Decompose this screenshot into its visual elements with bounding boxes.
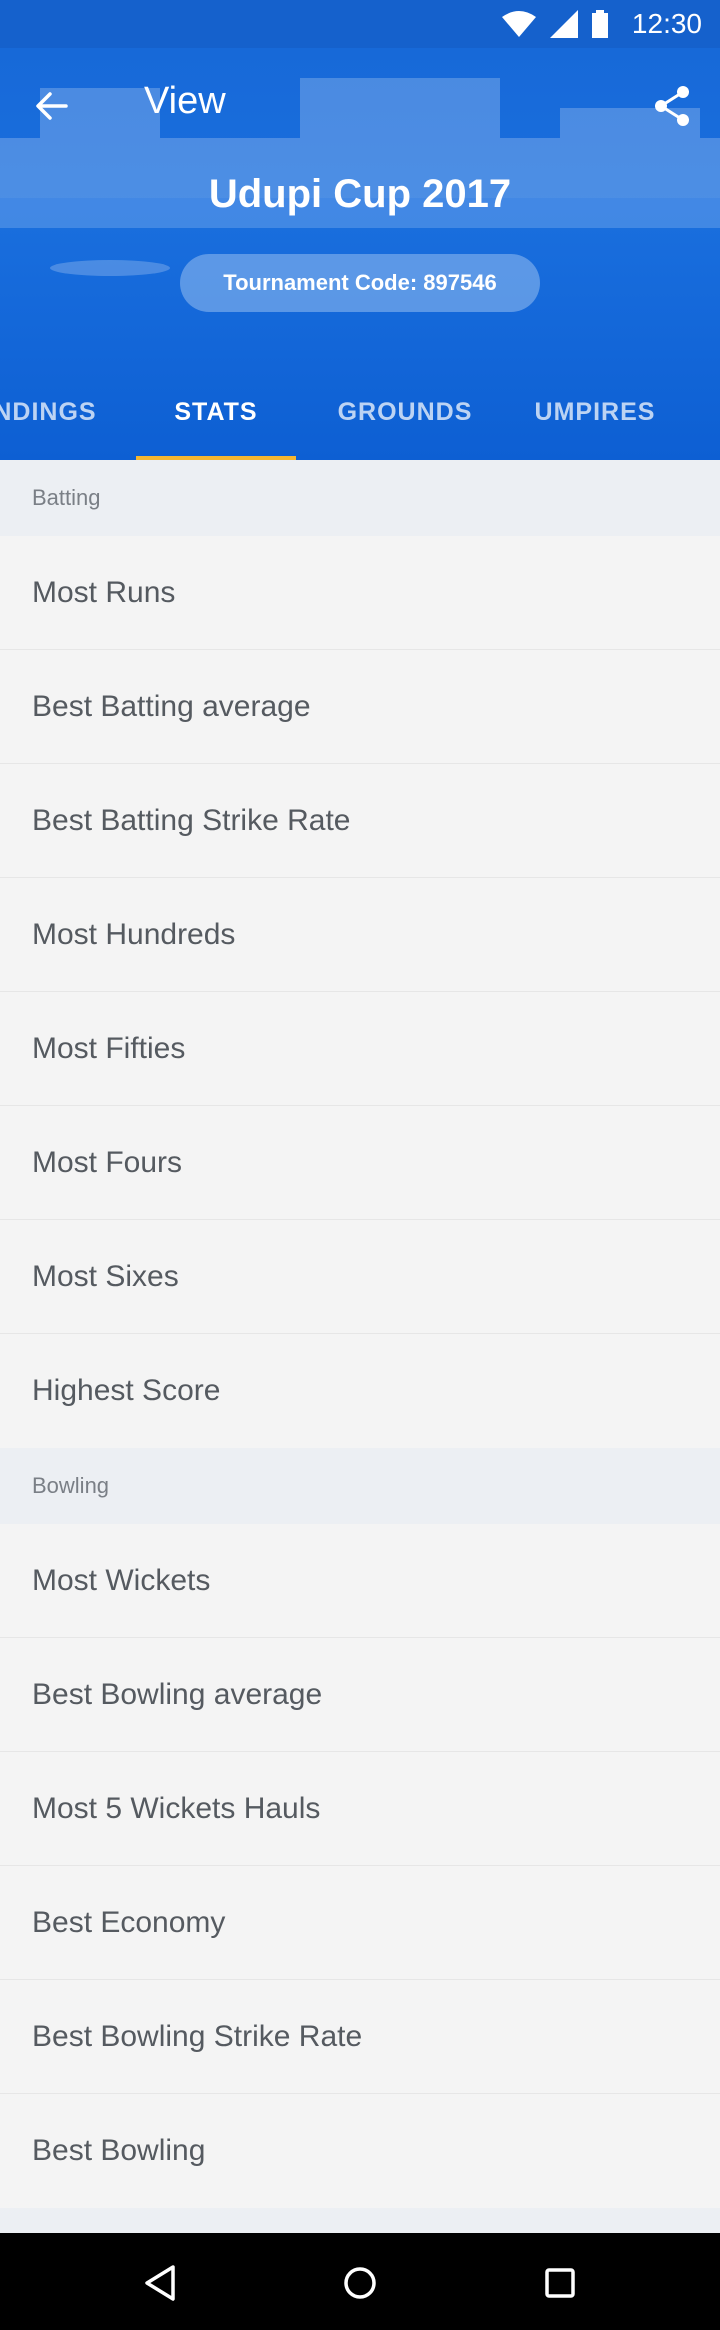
list-item[interactable]: Best Batting Strike Rate — [0, 764, 720, 878]
signal-icon — [550, 10, 578, 38]
stats-list: Batting Most Runs Best Batting average B… — [0, 460, 720, 2233]
share-icon — [655, 86, 689, 126]
bowling-list: Most Wickets Best Bowling average Most 5… — [0, 1524, 720, 2208]
list-item[interactable]: Best Batting average — [0, 650, 720, 764]
nav-home-button[interactable] — [328, 2251, 392, 2315]
appbar-title: View — [144, 80, 226, 122]
nav-back-button[interactable] — [128, 2251, 192, 2315]
list-item[interactable]: Highest Score — [0, 1334, 720, 1448]
app-bar: View — [0, 48, 720, 160]
share-button[interactable] — [644, 78, 700, 134]
back-button[interactable] — [24, 78, 80, 134]
header: 12:30 View Udupi Cup 2017 Tournament Cod… — [0, 0, 720, 460]
list-item[interactable]: Best Bowling average — [0, 1638, 720, 1752]
arrow-left-icon — [36, 92, 68, 120]
tournament-code-badge: Tournament Code: 897546 — [180, 254, 540, 312]
section-header-batting: Batting — [0, 460, 720, 536]
tab-bar: NDINGS STATS GROUNDS UMPIRES — [0, 364, 720, 460]
list-item[interactable]: Most Hundreds — [0, 878, 720, 992]
tab-umpires[interactable]: UMPIRES — [510, 364, 680, 460]
batting-list: Most Runs Best Batting average Best Batt… — [0, 536, 720, 1448]
tab-grounds[interactable]: GROUNDS — [320, 364, 490, 460]
tournament-title: Udupi Cup 2017 — [208, 172, 512, 216]
list-item[interactable]: Most Fours — [0, 1106, 720, 1220]
system-navigation-bar — [0, 2233, 720, 2330]
list-item[interactable]: Most Sixes — [0, 1220, 720, 1334]
home-circle-icon — [344, 2267, 376, 2299]
battery-icon — [592, 10, 608, 38]
section-header-bowling: Bowling — [0, 1448, 720, 1524]
status-bar: 12:30 — [0, 0, 720, 48]
tab-stats[interactable]: STATS — [136, 364, 296, 460]
list-item[interactable]: Best Bowling — [0, 2094, 720, 2208]
back-triangle-icon — [145, 2265, 175, 2301]
list-item[interactable]: Most Runs — [0, 536, 720, 650]
nav-recents-button[interactable] — [528, 2251, 592, 2315]
list-item[interactable]: Most Fifties — [0, 992, 720, 1106]
list-item[interactable]: Most Wickets — [0, 1524, 720, 1638]
list-item[interactable]: Most 5 Wickets Hauls — [0, 1752, 720, 1866]
wifi-icon — [502, 11, 536, 37]
status-time: 12:30 — [631, 8, 702, 39]
tab-standings[interactable]: NDINGS — [0, 364, 110, 460]
recents-square-icon — [545, 2268, 575, 2298]
status-icons — [502, 10, 608, 38]
list-item[interactable]: Best Economy — [0, 1866, 720, 1980]
list-item[interactable]: Best Bowling Strike Rate — [0, 1980, 720, 2094]
